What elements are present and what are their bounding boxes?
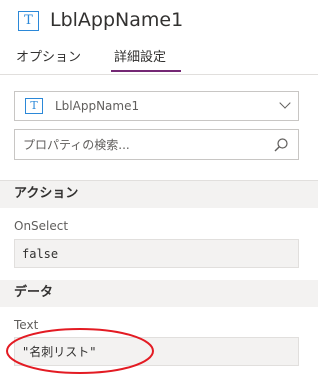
section-header-data[interactable]: データ bbox=[0, 280, 318, 307]
tab-options[interactable]: オプション bbox=[16, 48, 81, 68]
section-header-action[interactable]: アクション bbox=[0, 181, 318, 208]
property-search-input[interactable] bbox=[23, 136, 263, 154]
control-selector-dropdown[interactable]: T LblAppName1 bbox=[14, 91, 299, 121]
control-name: LblAppName1 bbox=[50, 9, 184, 31]
tabs-divider bbox=[0, 74, 318, 75]
property-panel-header: T LblAppName1 bbox=[0, 0, 318, 42]
property-value-onselect: false bbox=[22, 247, 59, 261]
label-control-icon: T bbox=[18, 11, 39, 31]
label-control-icon: T bbox=[25, 98, 43, 114]
selected-control-name: LblAppName1 bbox=[55, 99, 140, 113]
section-title-action: アクション bbox=[14, 186, 79, 201]
tab-advanced[interactable]: 詳細設定 bbox=[114, 48, 166, 68]
section-title-data: データ bbox=[14, 285, 54, 300]
property-search-box[interactable] bbox=[14, 129, 299, 160]
active-tab-indicator bbox=[111, 70, 181, 72]
chevron-down-icon bbox=[279, 97, 291, 109]
search-icon[interactable] bbox=[273, 137, 289, 153]
highlight-ellipse bbox=[6, 328, 154, 374]
property-input-onselect[interactable]: false bbox=[14, 239, 299, 268]
property-label-onselect: OnSelect bbox=[14, 219, 69, 233]
tab-bar: オプション 詳細設定 bbox=[0, 44, 318, 74]
